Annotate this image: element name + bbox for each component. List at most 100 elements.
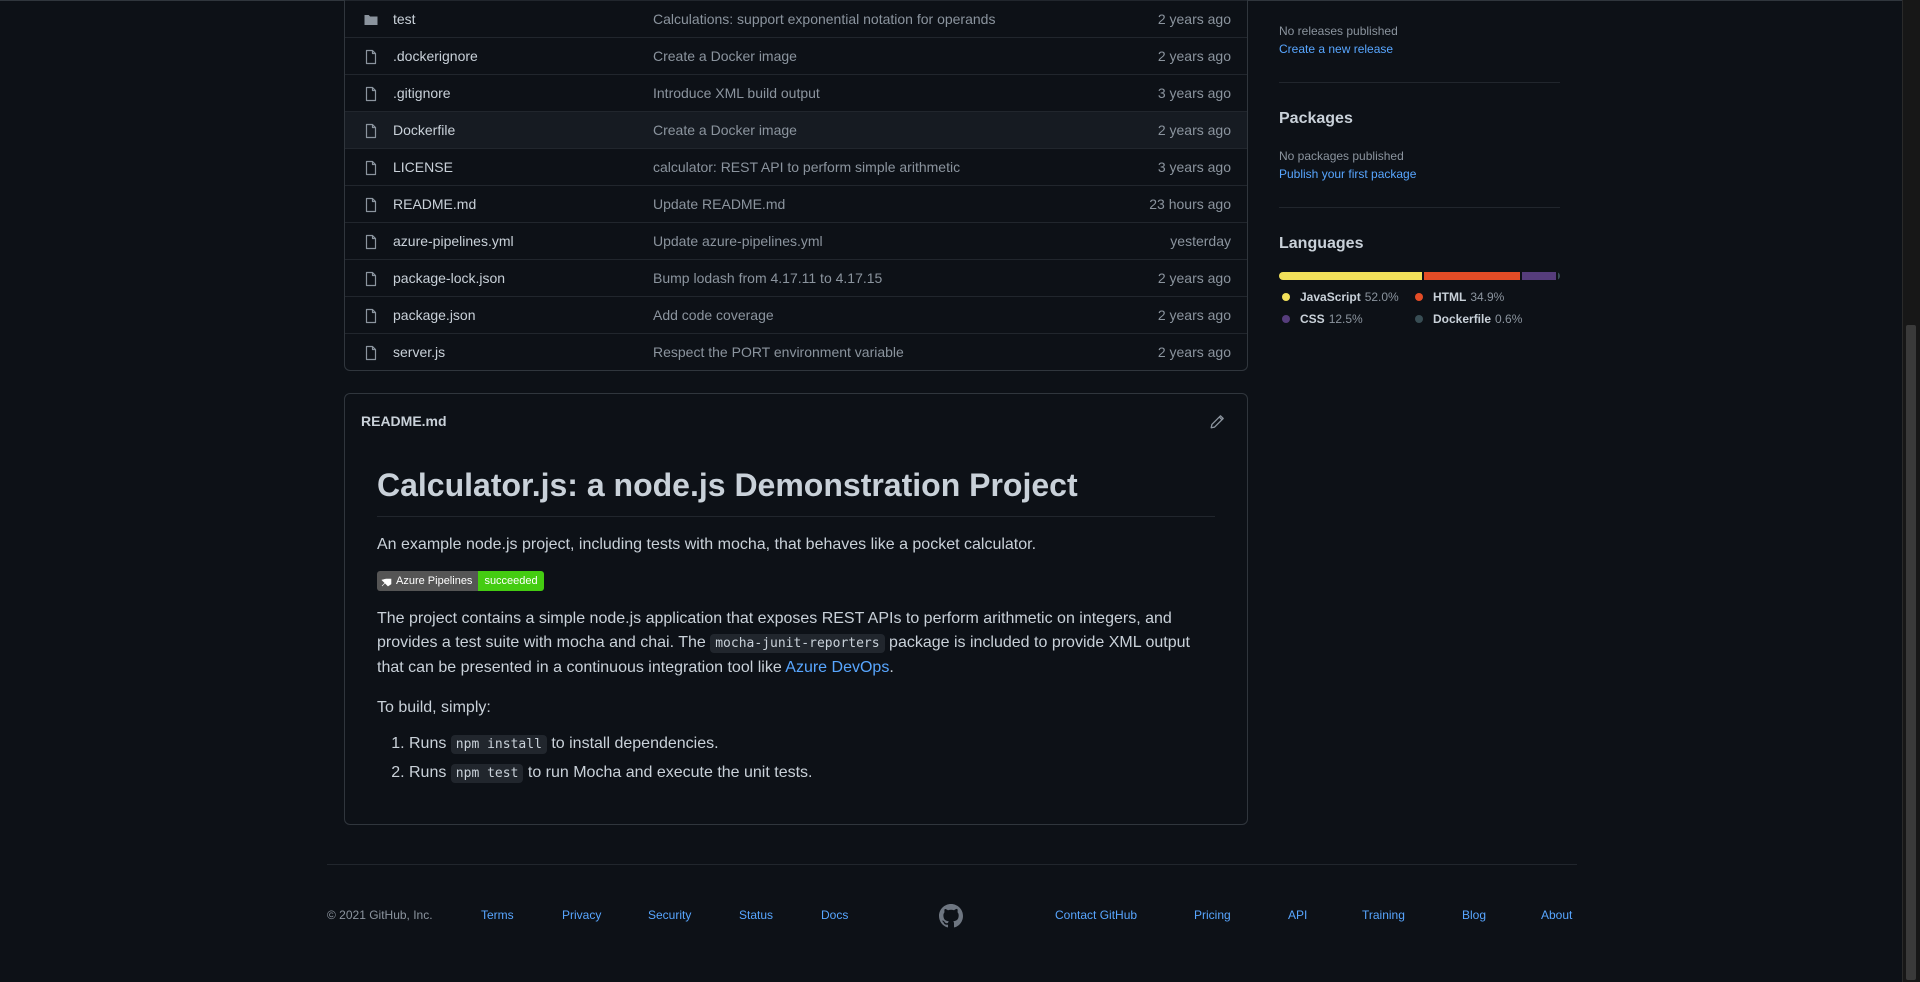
language-bar-segment xyxy=(1521,272,1557,280)
language-bar xyxy=(1279,272,1560,280)
commit-message[interactable]: Add code coverage xyxy=(653,307,774,323)
language-name: JavaScript xyxy=(1300,290,1361,304)
table-row[interactable]: azure-pipelines.yml Update azure-pipeline… xyxy=(345,222,1247,259)
file-name[interactable]: Dockerfile xyxy=(393,122,455,138)
footer-link-security[interactable]: Security xyxy=(648,908,691,922)
step-code: npm install xyxy=(450,735,547,754)
commit-message[interactable]: Update README.md xyxy=(653,196,785,212)
language-bar-segment xyxy=(1558,272,1560,280)
scrollbar[interactable] xyxy=(1902,0,1920,982)
commit-message[interactable]: Create a Docker image xyxy=(653,122,797,138)
create-release-link[interactable]: Create a new release xyxy=(1279,42,1393,56)
file-name[interactable]: LICENSE xyxy=(393,159,453,175)
language-name: Dockerfile xyxy=(1433,312,1492,326)
language-item[interactable]: CSS 12.5% xyxy=(1282,308,1415,330)
file-name[interactable]: .gitignore xyxy=(393,85,451,101)
commit-message[interactable]: Update azure-pipelines.yml xyxy=(653,233,823,249)
file-icon xyxy=(365,160,377,176)
file-icon xyxy=(365,345,377,361)
footer-link-contact-github[interactable]: Contact GitHub xyxy=(1055,908,1137,922)
file-name[interactable]: azure-pipelines.yml xyxy=(393,233,514,249)
table-row[interactable]: server.js Respect the PORT environment va… xyxy=(345,333,1247,370)
table-row[interactable]: .gitignore Introduce XML build output 3 ye… xyxy=(345,74,1247,111)
footer-link-docs[interactable]: Docs xyxy=(821,908,848,922)
footer: © 2021 GitHub, Inc. Terms Privacy Security… xyxy=(327,904,1577,928)
footer-link-blog[interactable]: Blog xyxy=(1462,908,1486,922)
language-item[interactable]: HTML 34.9% xyxy=(1415,286,1535,308)
commit-message[interactable]: calculator: REST API to perform simple a… xyxy=(653,159,960,175)
build-steps: Runs npm install to install dependencies… xyxy=(377,732,1215,786)
file-list: test Calculations: support exponential no… xyxy=(344,0,1248,371)
readme-body: Calculator.js: a node.js Demonstration P… xyxy=(377,464,1215,790)
step-code: npm test xyxy=(450,764,524,783)
commit-time: 2 years ago xyxy=(1157,344,1231,360)
publish-package-link[interactable]: Publish your first package xyxy=(1279,167,1416,181)
commit-time: yesterday xyxy=(1170,233,1231,249)
commit-message[interactable]: Create a Docker image xyxy=(653,48,797,64)
file-name[interactable]: server.js xyxy=(393,344,445,360)
readme-filename[interactable]: README.md xyxy=(361,413,447,429)
language-item[interactable]: Dockerfile 0.6% xyxy=(1415,308,1535,330)
language-legend: JavaScript 52.0% HTML 34.9% CSS 12.5% Dockerfi… xyxy=(1282,286,1563,330)
pipeline-badge[interactable]: Azure Pipelines succeeded xyxy=(377,571,544,591)
list-item: Runs npm test to run Mocha and execute t… xyxy=(409,761,1215,786)
language-percent: 12.5% xyxy=(1328,312,1363,326)
pipelines-icon xyxy=(381,578,392,586)
main-content: test Calculations: support exponential no… xyxy=(344,0,1248,825)
commit-message[interactable]: Calculations: support exponential notati… xyxy=(653,11,995,27)
copyright: © 2021 GitHub, Inc. xyxy=(327,908,433,922)
badge-label: Azure Pipelines xyxy=(396,575,473,587)
footer-link-training[interactable]: Training xyxy=(1362,908,1405,922)
github-mark-icon[interactable] xyxy=(939,904,963,928)
file-name[interactable]: package.json xyxy=(393,307,476,323)
language-item[interactable]: JavaScript 52.0% xyxy=(1282,286,1415,308)
file-name[interactable]: test xyxy=(393,11,416,27)
readme-header: README.md xyxy=(345,394,1247,448)
language-name: CSS xyxy=(1300,312,1325,326)
commit-message[interactable]: Bump lodash from 4.17.11 to 4.17.15 xyxy=(653,270,882,286)
badge-status: succeeded xyxy=(478,571,544,591)
commit-time: 2 years ago xyxy=(1157,270,1231,286)
footer-link-status[interactable]: Status xyxy=(739,908,773,922)
step-text: Runs xyxy=(409,764,451,781)
divider xyxy=(1279,207,1560,208)
file-name[interactable]: package-lock.json xyxy=(393,270,505,286)
file-icon xyxy=(365,123,377,139)
file-name[interactable]: README.md xyxy=(393,196,476,212)
azure-devops-link[interactable]: Azure DevOps xyxy=(785,659,889,676)
file-icon xyxy=(365,271,377,287)
footer-link-pricing[interactable]: Pricing xyxy=(1194,908,1231,922)
footer-link-privacy[interactable]: Privacy xyxy=(562,908,601,922)
language-percent: 0.6% xyxy=(1495,312,1523,326)
footer-link-api[interactable]: API xyxy=(1288,908,1307,922)
build-intro: To build, simply: xyxy=(377,699,491,716)
packages-heading[interactable]: Packages xyxy=(1279,110,1353,128)
table-row[interactable]: LICENSE calculator: REST API to perform s… xyxy=(345,148,1247,185)
file-icon xyxy=(365,197,377,213)
table-row[interactable]: package.json Add code coverage 2 years ago xyxy=(345,296,1247,333)
footer-link-about[interactable]: About xyxy=(1541,908,1572,922)
commit-time: 2 years ago xyxy=(1157,11,1231,27)
commit-message[interactable]: Introduce XML build output xyxy=(653,85,820,101)
language-dot xyxy=(1415,315,1423,323)
table-row[interactable]: README.md Update README.md 23 hours ago xyxy=(345,185,1247,222)
step-text: to run Mocha and execute the unit tests. xyxy=(523,764,813,781)
readme-intro: An example node.js project, including te… xyxy=(377,536,1037,553)
file-icon xyxy=(365,308,377,324)
packages-text: No packages published xyxy=(1279,149,1404,163)
commit-time: 2 years ago xyxy=(1157,307,1231,323)
table-row[interactable]: .dockerignore Create a Docker image 2 year… xyxy=(345,37,1247,74)
file-icon xyxy=(365,234,377,250)
file-name[interactable]: .dockerignore xyxy=(393,48,478,64)
language-bar-segment xyxy=(1424,272,1520,280)
commit-message[interactable]: Respect the PORT environment variable xyxy=(653,344,904,360)
pencil-icon[interactable] xyxy=(1209,414,1225,430)
language-bar-segment xyxy=(1279,272,1422,280)
language-dot xyxy=(1415,293,1423,301)
table-row[interactable]: package-lock.json Bump lodash from 4.17.1… xyxy=(345,259,1247,296)
table-row[interactable]: Dockerfile Create a Docker image 2 years a… xyxy=(345,111,1247,148)
scrollbar-thumb[interactable] xyxy=(1906,325,1916,980)
footer-link-terms[interactable]: Terms xyxy=(481,908,514,922)
readme-description: The project contains a simple node.js ap… xyxy=(377,607,1215,680)
table-row[interactable]: test Calculations: support exponential no… xyxy=(345,0,1247,37)
